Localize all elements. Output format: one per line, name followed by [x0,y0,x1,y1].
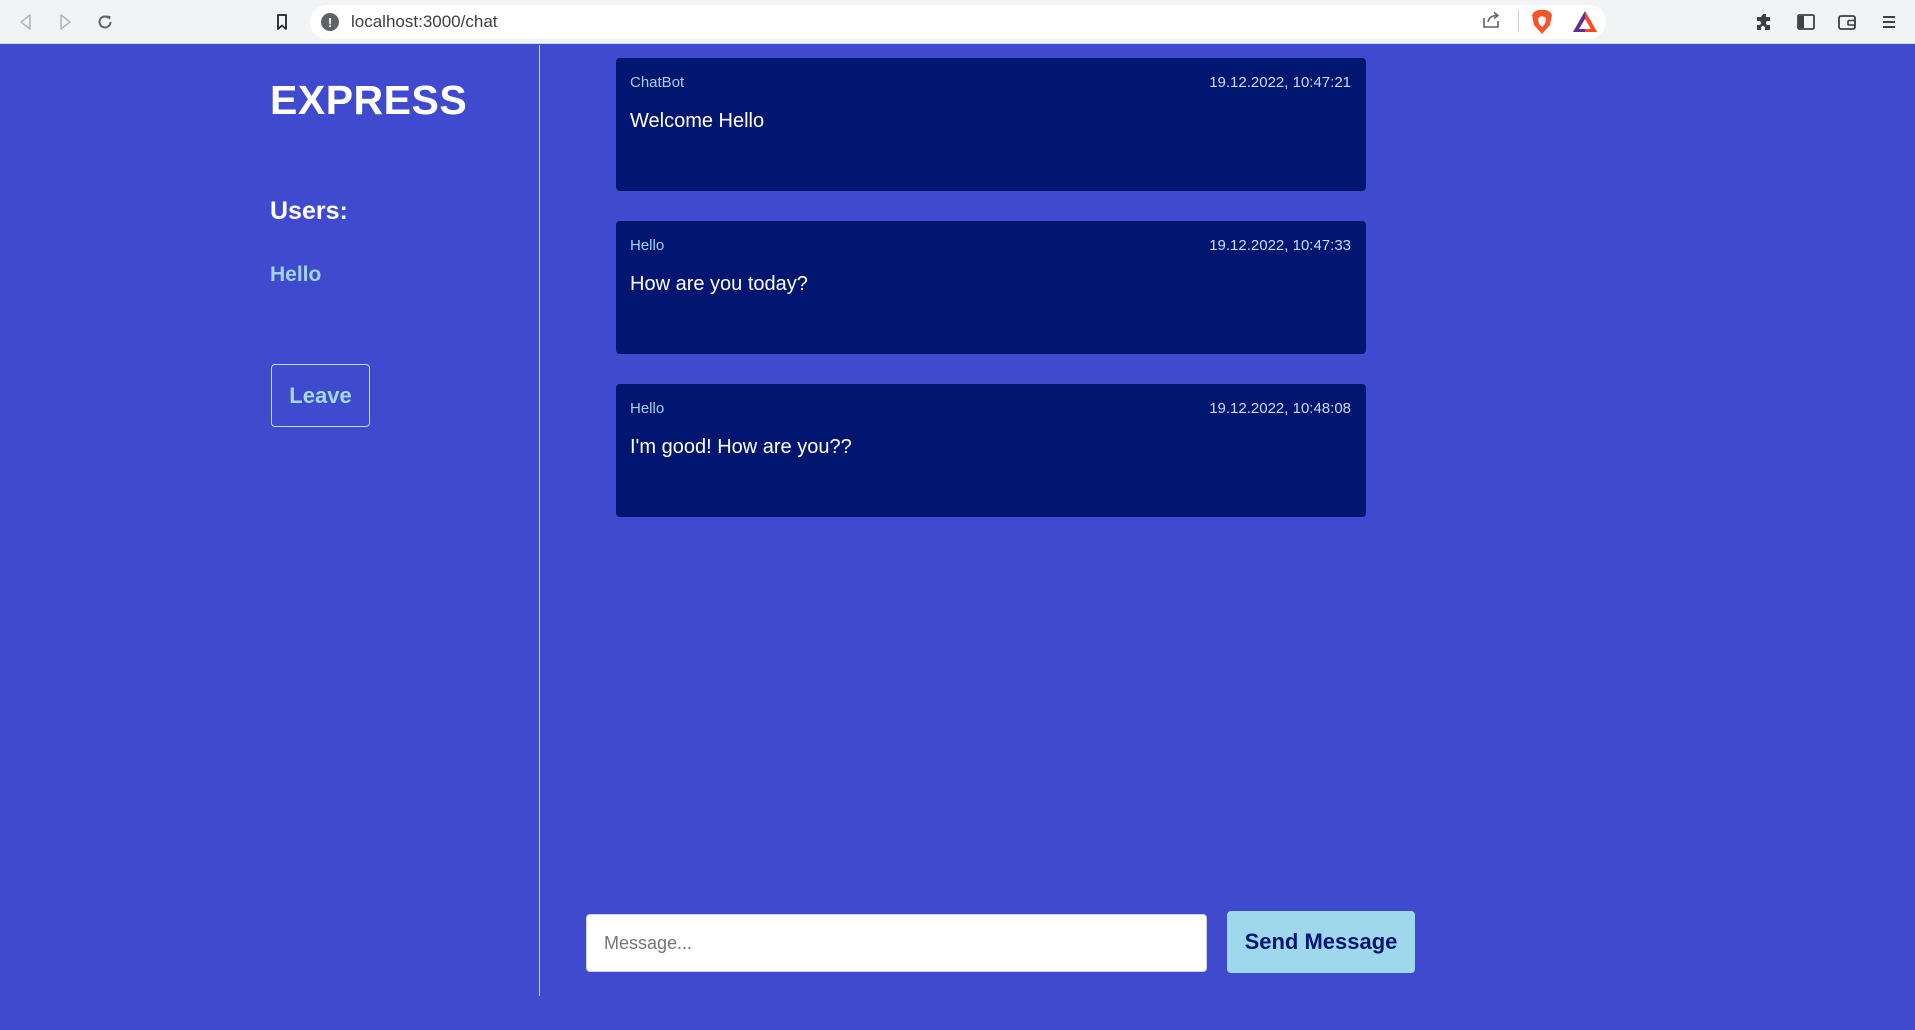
message-author: Hello [630,400,665,417]
site-info-icon[interactable]: ! [321,13,339,31]
message-card: Hello 19.12.2022, 10:48:08 I'm good! How… [616,384,1366,517]
back-button[interactable] [12,8,40,36]
reload-button[interactable] [91,8,119,36]
menu-icon[interactable] [1876,9,1902,35]
url-text[interactable]: localhost:3000/chat [351,12,498,32]
message-timestamp: 19.12.2022, 10:47:21 [1209,74,1351,91]
app-logo: EXPRESS [270,77,468,123]
toolbar-divider [1518,10,1519,32]
bookmark-icon [277,14,287,30]
message-text: How are you today? [630,273,808,295]
wallet-icon[interactable] [1834,9,1860,35]
sidebar: EXPRESS Users: Hello Leave [0,45,540,996]
message-author: ChatBot [630,74,685,91]
message-list: ChatBot 19.12.2022, 10:47:21 Welcome Hel… [616,58,1366,547]
forward-icon [60,14,71,30]
extensions-icon[interactable] [1752,9,1778,35]
message-input[interactable] [586,914,1207,972]
message-text: Welcome Hello [630,110,765,132]
brave-shields-icon[interactable] [1530,9,1554,35]
back-icon [20,14,31,30]
send-message-button[interactable]: Send Message [1227,911,1415,973]
brave-rewards-icon[interactable] [1572,10,1598,34]
message-timestamp: 19.12.2022, 10:47:33 [1209,237,1351,254]
leave-button[interactable]: Leave [271,364,370,427]
share-icon[interactable] [1480,9,1502,31]
browser-toolbar: ! localhost:3000/chat [0,0,1915,44]
message-card: ChatBot 19.12.2022, 10:47:21 Welcome Hel… [616,58,1366,191]
address-bar[interactable]: ! localhost:3000/chat [310,5,1606,39]
message-text: I'm good! How are you?? [630,436,852,458]
message-timestamp: 19.12.2022, 10:48:08 [1209,400,1351,417]
message-card: Hello 19.12.2022, 10:47:33 How are you t… [616,221,1366,354]
sidebar-toggle-icon[interactable] [1793,9,1819,35]
chat-page: EXPRESS Users: Hello Leave ChatBot 19.12… [0,45,1915,1030]
users-heading: Users: [270,197,348,225]
user-list-item: Hello [270,263,322,286]
forward-button[interactable] [51,8,79,36]
bookmark-button[interactable] [268,8,296,36]
reload-icon [98,15,112,29]
message-author: Hello [630,237,665,254]
